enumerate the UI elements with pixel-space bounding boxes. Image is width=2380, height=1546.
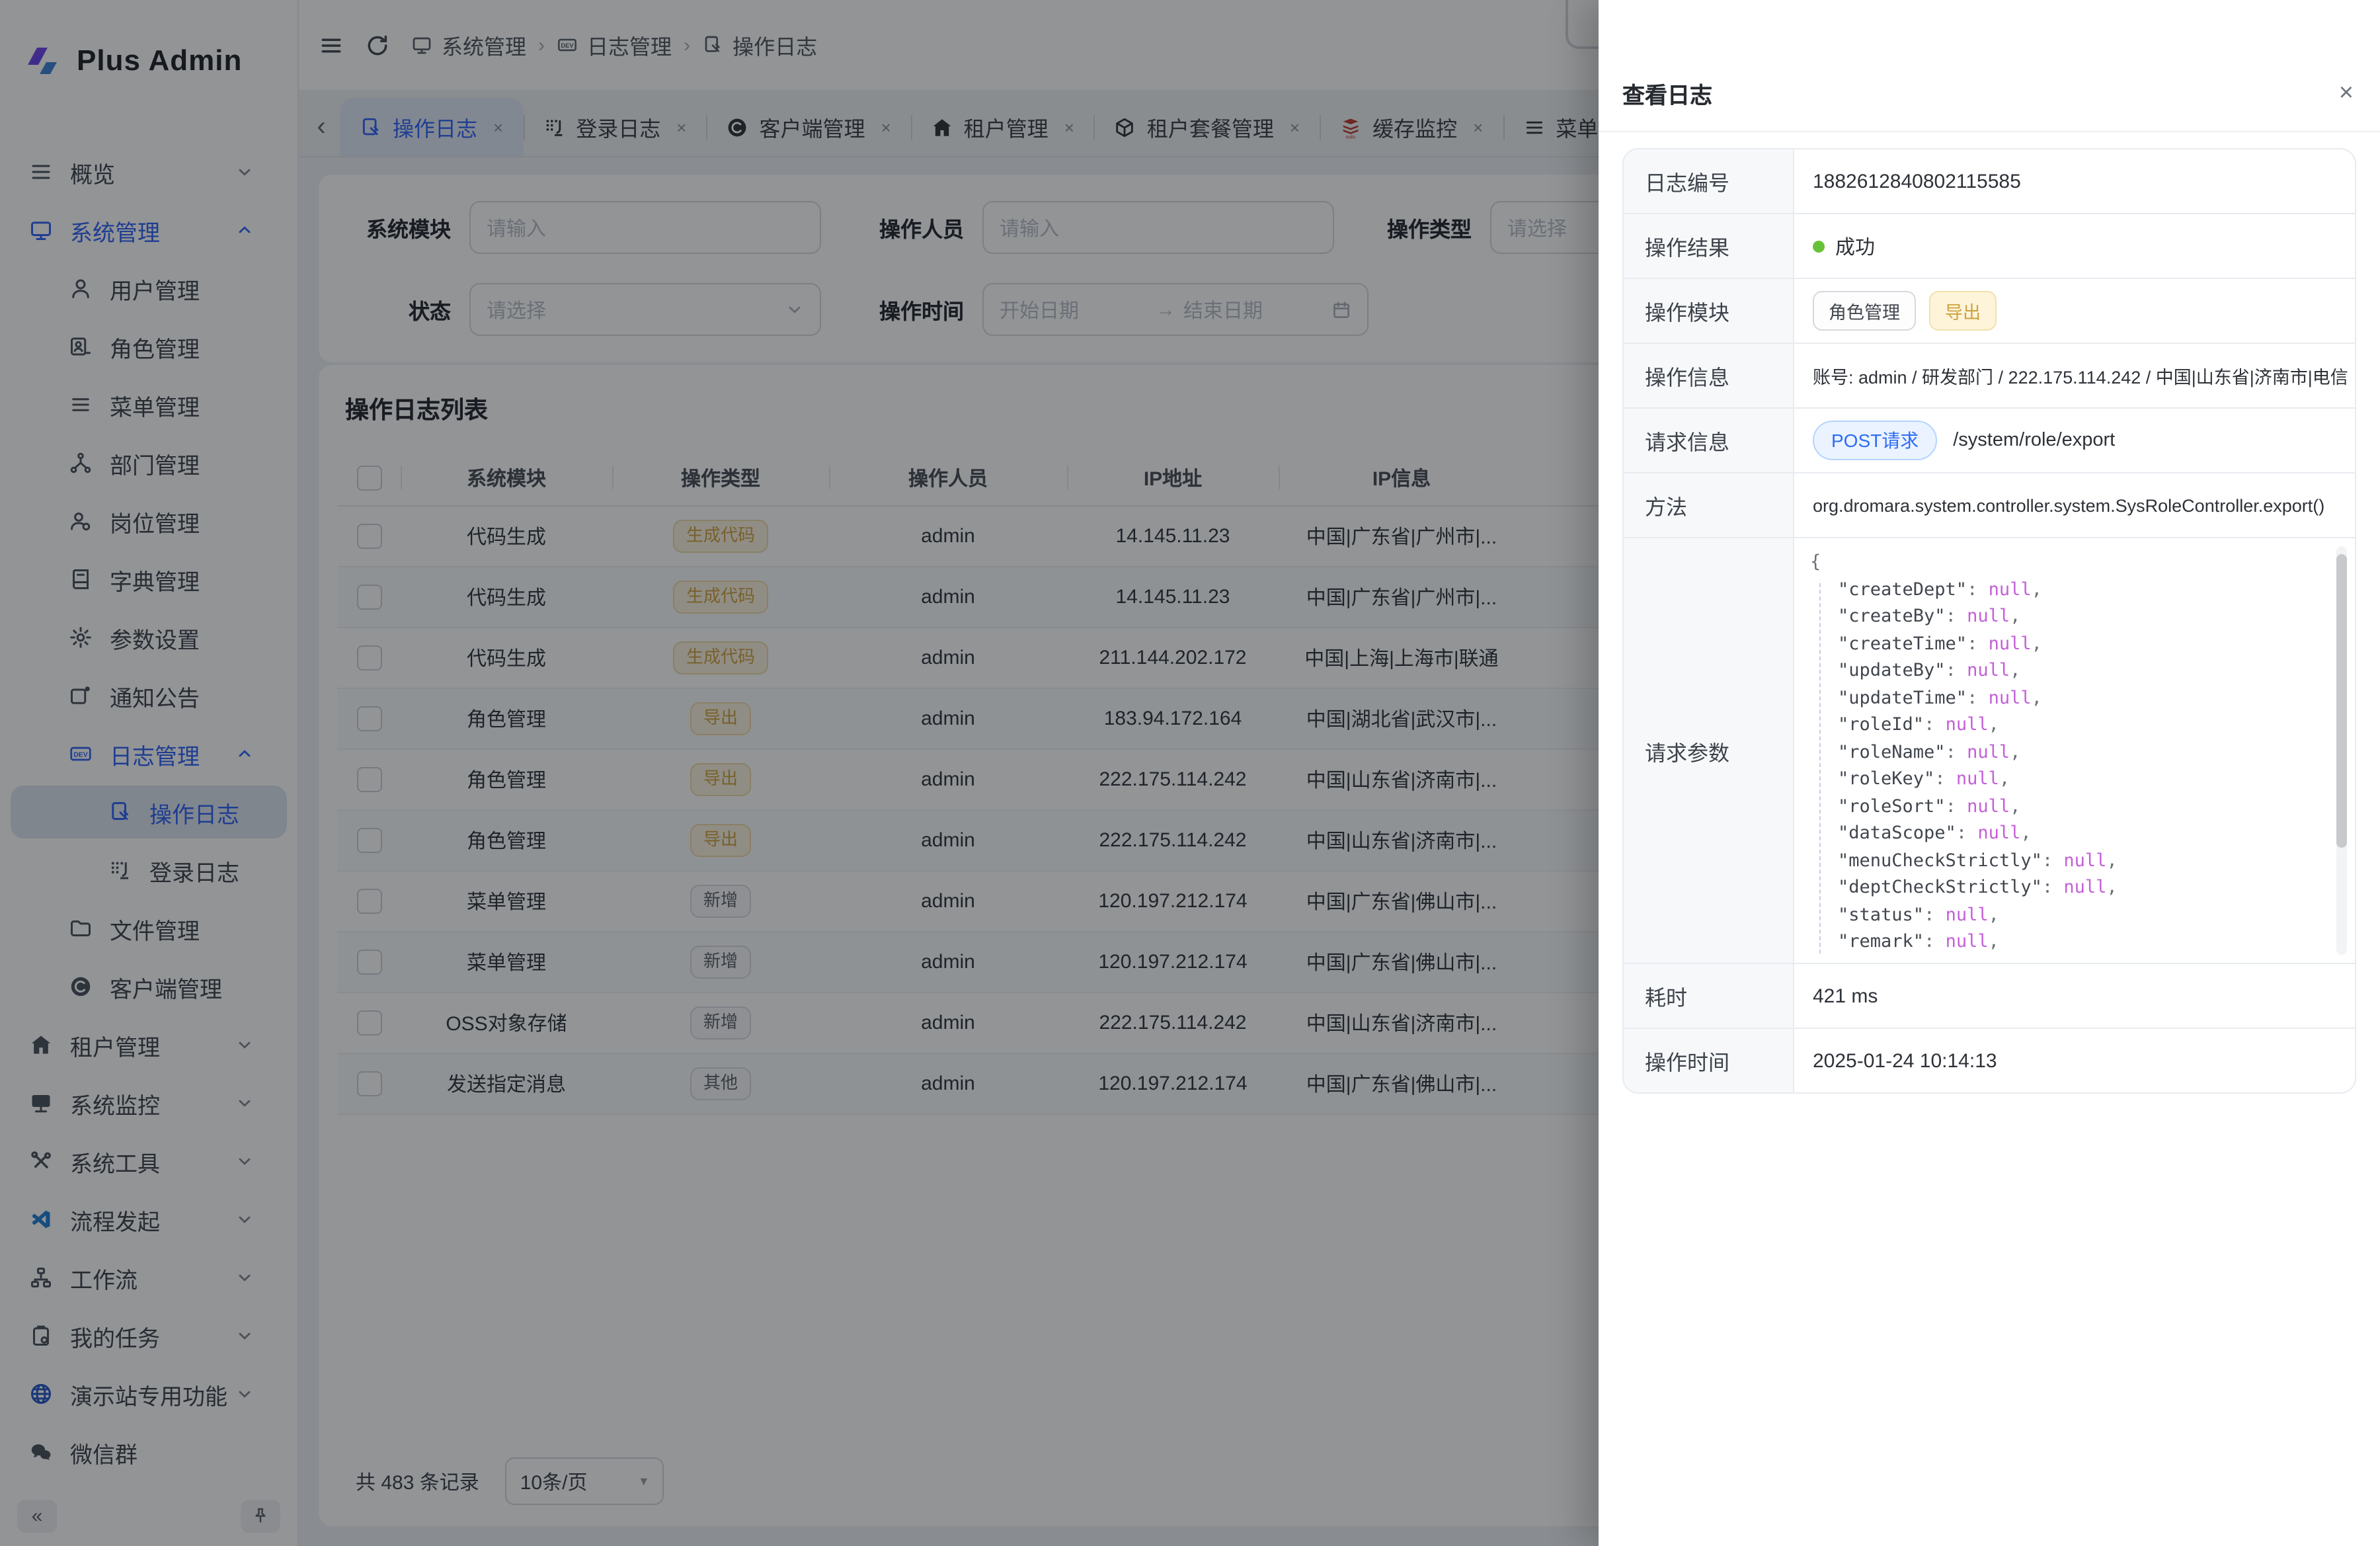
detail-row-操作时间: 操作时间2025-01-24 10:14:13 (1624, 1029, 2355, 1092)
detail-value: 1882612840802115585 (1794, 149, 2355, 213)
module-tag: 导出 (1929, 291, 1997, 331)
code-line: "roleName": null, (1810, 739, 2326, 766)
post-method-tag: POST请求 (1813, 421, 1937, 460)
code-line: "dataScope": null, (1810, 820, 2326, 847)
request-url: /system/role/export (1953, 430, 2115, 451)
code-line: { (1810, 549, 2326, 576)
request-params-code: {"createDept": null,"createBy": null,"cr… (1794, 538, 2355, 963)
detail-row-日志编号: 日志编号1882612840802115585 (1624, 149, 2355, 214)
detail-row-请求参数: 请求参数{"createDept": null,"createBy": null… (1624, 538, 2355, 964)
detail-label: 耗时 (1624, 964, 1794, 1028)
detail-row-耗时: 耗时421 ms (1624, 964, 2355, 1029)
detail-label: 请求信息 (1624, 409, 1794, 472)
detail-value: 2025-01-24 10:14:13 (1794, 1029, 2355, 1092)
detail-value-request: POST请求/system/role/export (1794, 409, 2355, 472)
detail-label: 操作模块 (1624, 279, 1794, 343)
log-detail-table: 日志编号1882612840802115585操作结果成功操作模块角色管理导出操… (1622, 148, 2356, 1094)
success-dot-icon (1813, 240, 1825, 252)
detail-label: 请求参数 (1624, 538, 1794, 963)
detail-row-请求信息: 请求信息POST请求/system/role/export (1624, 409, 2355, 473)
code-line: "createTime": null, (1810, 630, 2326, 657)
code-line: "roleSort": null, (1810, 793, 2326, 820)
detail-label: 方法 (1624, 473, 1794, 537)
detail-value: 账号: admin / 研发部门 / 222.175.114.242 / 中国|… (1794, 344, 2355, 407)
code-line: "status": null, (1810, 901, 2326, 928)
code-line: "createBy": null, (1810, 603, 2326, 630)
detail-label: 日志编号 (1624, 149, 1794, 213)
detail-label: 操作时间 (1624, 1029, 1794, 1092)
detail-label: 操作信息 (1624, 344, 1794, 407)
detail-row-操作结果: 操作结果 成功 (1624, 214, 2355, 279)
drawer-title: 查看日志 (1622, 77, 1712, 110)
log-detail-drawer: 查看日志 × 日志编号1882612840802115585操作结果 成功操作模块… (1599, 0, 2380, 1546)
json-code-block: {"createDept": null,"createBy": null,"cr… (1810, 549, 2326, 956)
module-tag: 角色管理 (1813, 291, 1916, 331)
close-icon[interactable]: × (2339, 81, 2354, 106)
detail-row-操作模块: 操作模块角色管理导出 (1624, 279, 2355, 344)
code-line: "roleKey": null, (1810, 766, 2326, 793)
detail-value-tags: 角色管理导出 (1794, 279, 2355, 343)
drawer-header: 查看日志 × (1599, 0, 2380, 132)
code-line: "menuCheckStrictly": null, (1810, 847, 2326, 874)
code-line: "updateBy": null, (1810, 657, 2326, 684)
code-line: "deptCheckStrictly": null, (1810, 874, 2326, 901)
indent-guide (1819, 583, 1821, 953)
code-line: "updateTime": null, (1810, 684, 2326, 712)
status-text: 成功 (1835, 232, 1875, 260)
code-line: "remark": null, (1810, 928, 2326, 956)
detail-value: 421 ms (1794, 964, 2355, 1028)
detail-value: org.dromara.system.controller.system.Sys… (1794, 473, 2355, 537)
detail-row-方法: 方法org.dromara.system.controller.system.S… (1624, 473, 2355, 538)
code-scrollbar-thumb[interactable] (2336, 554, 2347, 848)
code-line: "roleId": null, (1810, 712, 2326, 739)
detail-value-status: 成功 (1794, 214, 2355, 278)
detail-row-操作信息: 操作信息账号: admin / 研发部门 / 222.175.114.242 /… (1624, 344, 2355, 409)
app-root: Plus Admin 概览系统管理用户管理角色管理菜单管理部门管理岗位管理字典管… (0, 0, 2380, 1546)
code-line: "createDept": null, (1810, 576, 2326, 603)
detail-label: 操作结果 (1624, 214, 1794, 278)
